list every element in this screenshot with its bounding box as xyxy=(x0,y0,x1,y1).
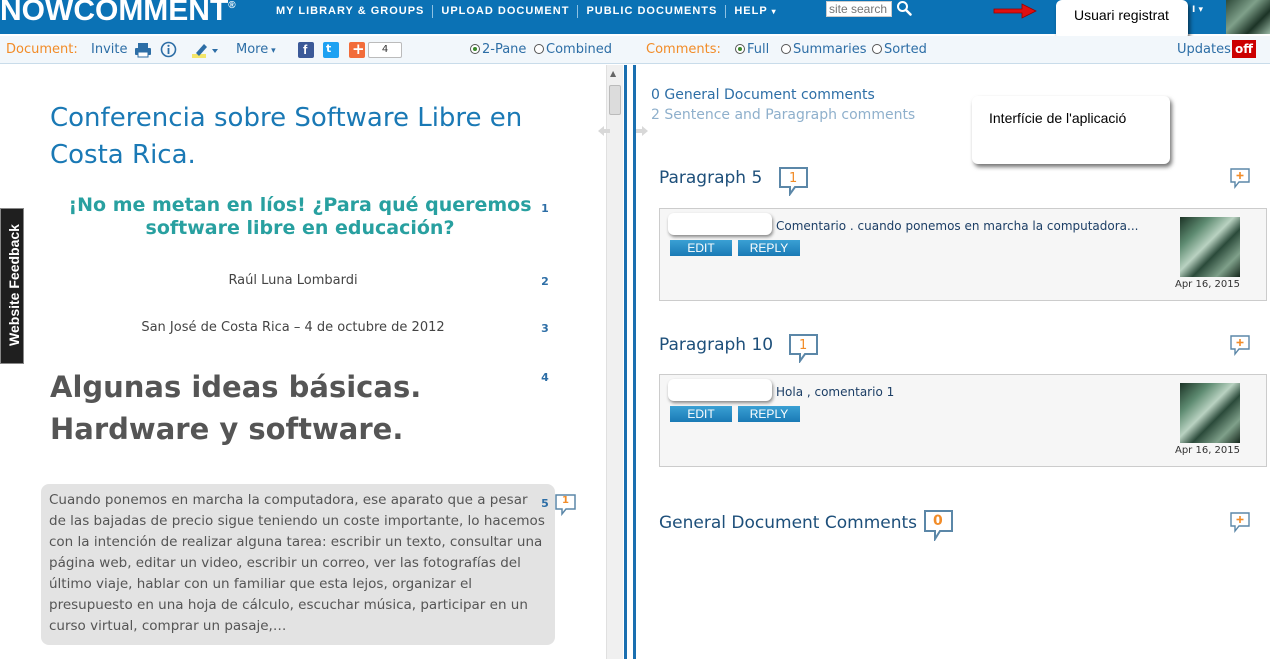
red-arrow-icon xyxy=(993,3,1037,19)
print-icon[interactable] xyxy=(134,41,152,59)
chevron-down-icon: ▾ xyxy=(771,6,777,16)
document-author[interactable]: Raúl Luna Lombardi xyxy=(50,273,536,288)
highlighter-icon[interactable] xyxy=(192,41,220,59)
commenter-avatar[interactable] xyxy=(1180,217,1240,277)
comment-count-bubble[interactable]: 1 xyxy=(554,493,578,517)
document-scrollbar[interactable]: ▲ xyxy=(606,65,623,659)
nav-help[interactable]: HELP ▾ xyxy=(726,5,784,18)
general-comments-count-link[interactable]: 0 General Document comments xyxy=(651,87,875,103)
user-registered-callout: Usuari registrat xyxy=(1056,0,1188,40)
commenter-avatar[interactable] xyxy=(1180,383,1240,443)
twitter-icon[interactable]: t xyxy=(323,42,339,58)
sorted-option[interactable]: Sorted xyxy=(872,42,927,57)
comments-pane xyxy=(636,65,1270,659)
addthis-icon[interactable]: + xyxy=(349,40,365,58)
document-title: Conferencia sobre Software Libre en Cost… xyxy=(50,103,523,170)
invite-link[interactable]: Invite xyxy=(91,42,127,57)
more-menu[interactable]: More ▾ xyxy=(236,42,276,57)
add-comment-icon[interactable] xyxy=(1229,167,1251,189)
user-menu-caret[interactable]: I ▾ xyxy=(1192,5,1203,15)
reply-button[interactable]: REPLY xyxy=(738,406,800,422)
paragraph-number[interactable]: 2 xyxy=(538,275,552,288)
website-feedback-tab[interactable]: Website Feedback xyxy=(0,208,24,364)
full-option[interactable]: Full xyxy=(735,42,769,57)
radio-selected-icon xyxy=(470,44,480,54)
updates-toggle[interactable]: off xyxy=(1232,40,1256,58)
comment-date: Apr 16, 2015 xyxy=(1174,445,1240,456)
comment-card: Hola , comentario 1 EDIT REPLY Apr 16, 2… xyxy=(659,374,1267,467)
two-pane-option[interactable]: 2-Pane xyxy=(470,42,526,57)
reply-button[interactable]: REPLY xyxy=(738,240,800,256)
site-search-input[interactable] xyxy=(826,1,892,17)
document-label: Document: xyxy=(6,42,78,57)
comment-count-bubble[interactable]: 1 xyxy=(778,166,810,198)
comment-count-bubble[interactable]: 1 xyxy=(788,333,820,365)
comment-text[interactable]: Hola , comentario 1 xyxy=(776,385,894,399)
radio-icon xyxy=(781,44,791,54)
sentence-comments-count-link[interactable]: 2 Sentence and Paragraph comments xyxy=(651,107,915,123)
search-icon[interactable] xyxy=(896,0,912,16)
updates-label: Updates xyxy=(1177,42,1231,57)
edit-button[interactable]: EDIT xyxy=(670,240,732,256)
comment-text[interactable]: Comentario . cuando ponemos en marcha la… xyxy=(776,219,1138,233)
general-comments-heading[interactable]: General Document Comments xyxy=(659,513,917,533)
summaries-option[interactable]: Summaries xyxy=(781,42,867,57)
user-avatar[interactable] xyxy=(1226,0,1270,34)
paragraph-number[interactable]: 3 xyxy=(538,322,552,335)
paragraph-number[interactable]: 1 xyxy=(538,202,552,215)
combined-option[interactable]: Combined xyxy=(534,42,612,57)
radio-icon xyxy=(872,44,882,54)
main-nav: MY LIBRARY & GROUPS UPLOAD DOCUMENT PUBL… xyxy=(268,3,785,19)
document-subtitle[interactable]: ¡No me metan en líos! ¿Para qué queremos… xyxy=(50,194,550,240)
paragraph-number[interactable]: 5 xyxy=(538,497,552,510)
comment-card: Comentario . cuando ponemos en marcha la… xyxy=(659,208,1267,301)
section-heading[interactable]: Algunas ideas básicas. Hardware y softwa… xyxy=(50,366,530,450)
nowcomment-logo[interactable]: NOWCOMMENT® xyxy=(0,0,236,28)
nav-upload-document[interactable]: UPLOAD DOCUMENT xyxy=(433,4,579,18)
radio-icon xyxy=(534,44,544,54)
commenter-name-redacted xyxy=(668,213,772,235)
facebook-icon[interactable]: f xyxy=(298,42,314,58)
pane-divider[interactable] xyxy=(624,65,636,659)
comment-count-bubble[interactable]: 0 xyxy=(923,509,955,543)
info-icon[interactable] xyxy=(160,41,177,58)
add-comment-icon[interactable] xyxy=(1229,334,1251,356)
comment-date: Apr 16, 2015 xyxy=(1174,279,1240,290)
nav-public-documents[interactable]: PUBLIC DOCUMENTS xyxy=(578,4,727,18)
scroll-thumb[interactable] xyxy=(609,85,621,115)
scroll-up-icon[interactable]: ▲ xyxy=(610,69,616,78)
nav-my-library[interactable]: MY LIBRARY & GROUPS xyxy=(268,4,434,18)
add-comment-icon[interactable] xyxy=(1229,511,1251,533)
comments-label: Comments: xyxy=(646,42,721,57)
radio-selected-icon xyxy=(735,44,745,54)
resize-left-arrow-icon[interactable] xyxy=(598,126,610,136)
share-count: 4 xyxy=(368,42,402,58)
edit-button[interactable]: EDIT xyxy=(670,406,732,422)
paragraph-10-heading[interactable]: Paragraph 10 xyxy=(659,335,773,355)
paragraph-number[interactable]: 4 xyxy=(538,371,552,384)
commenter-name-redacted xyxy=(668,379,772,401)
paragraph-5-heading[interactable]: Paragraph 5 xyxy=(659,168,762,188)
document-toolbar: Document: Invite More ▾ f t + 4 2-Pane C… xyxy=(0,36,1270,64)
paragraph-5[interactable]: Cuando ponemos en marcha la computadora,… xyxy=(41,484,555,645)
document-place-date[interactable]: San José de Costa Rica – 4 de octubre de… xyxy=(50,320,536,335)
